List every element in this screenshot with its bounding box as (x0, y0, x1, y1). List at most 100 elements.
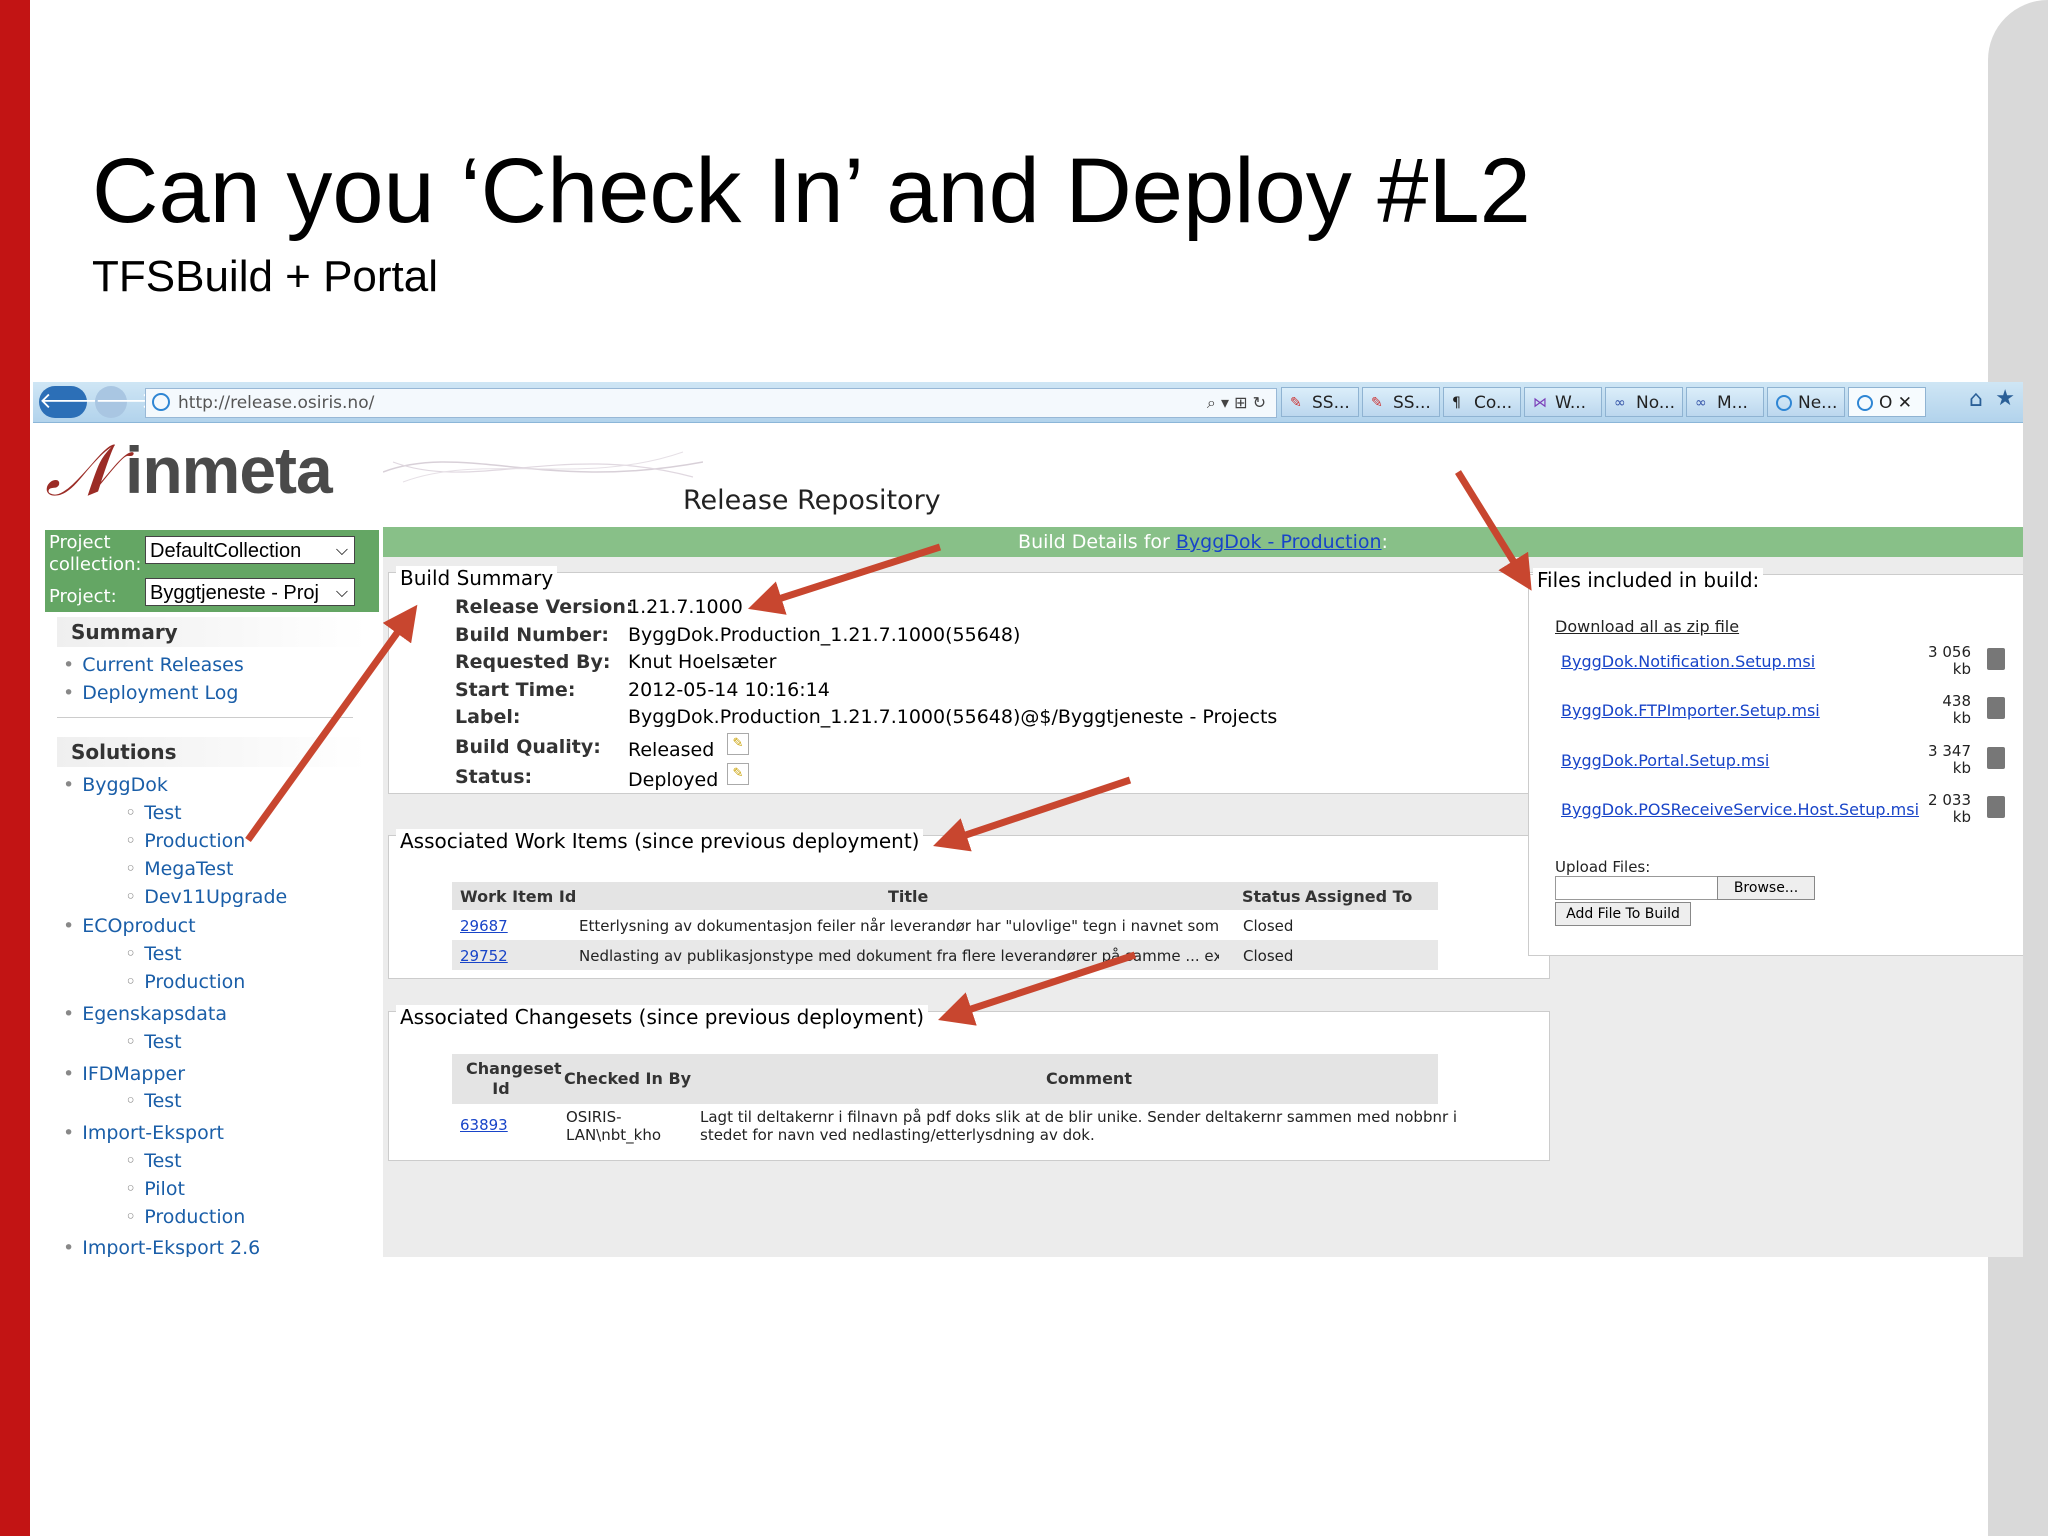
browser-tab[interactable]: ✎ SS... (1281, 387, 1359, 417)
column-header: Comment (1046, 1069, 1132, 1088)
trash-icon[interactable] (1987, 747, 2005, 769)
build-quality-value: Released (628, 739, 715, 761)
back-button[interactable]: 🡐 (39, 386, 98, 418)
trash-icon[interactable] (1987, 697, 2005, 719)
work-item-link[interactable]: 29752 (460, 947, 508, 965)
build-summary-heading: Build Summary (396, 566, 558, 590)
address-bar[interactable]: http://release.osiris.no/ ⌕ ▾ ⊞ ↻ (145, 388, 1277, 418)
summary-label: Build Number: (455, 624, 609, 646)
summary-label: Start Time: (455, 679, 576, 701)
summary-heading: Summary (57, 617, 367, 647)
work-item-status: Closed (1243, 947, 1294, 965)
solution-ifdmapper[interactable]: • IFDMapper (63, 1063, 185, 1085)
work-item-link[interactable]: 29687 (460, 917, 508, 935)
work-items-table-header: Work Item Id Title Status Assigned To (452, 882, 1438, 910)
download-all-link[interactable]: Download all as zip file (1555, 617, 1739, 636)
home-icon[interactable]: ⌂ (1969, 387, 1983, 412)
search-icon[interactable]: ⌕ (1207, 393, 1216, 412)
edit-icon[interactable]: ✎ (727, 763, 749, 785)
browser-tab[interactable]: ✎ SS... (1362, 387, 1440, 417)
solution-env-link[interactable]: ◦ Pilot (125, 1178, 185, 1200)
solution-byggdok[interactable]: • ByggDok (63, 774, 168, 796)
dropdown-icon[interactable]: ▾ (1221, 393, 1229, 412)
browser-tab[interactable]: ∞ M... (1686, 387, 1764, 417)
upload-file-input[interactable] (1555, 876, 1719, 900)
solution-env-link[interactable]: ◦ MegaTest (125, 858, 233, 880)
build-details-link[interactable]: ByggDok - Production (1176, 531, 1382, 553)
work-item-title: Nedlasting av publikasjonstype med dokum… (579, 947, 1219, 965)
column-header: Checked In By (564, 1069, 692, 1088)
solution-egenskapsdata[interactable]: • Egenskapsdata (63, 1003, 227, 1025)
solution-import-eksport[interactable]: • Import-Eksport (63, 1122, 224, 1144)
label-value: ByggDok.Production_1.21.7.1000(55648)@$/… (628, 706, 1278, 728)
collection-select[interactable]: DefaultCollection ⌵ (145, 536, 355, 564)
close-tab-icon[interactable]: ✕ (1898, 393, 1912, 413)
browser-toolbar: 🡐 🡒 http://release.osiris.no/ ⌕ ▾ ⊞ ↻ ✎ S… (33, 382, 2023, 423)
infinity-icon: ∞ (1695, 395, 1707, 411)
solution-env-link[interactable]: ◦ Dev11Upgrade (125, 886, 287, 908)
summary-label: Label: (455, 706, 521, 728)
nav-link-deployment-log[interactable]: • Deployment Log (63, 682, 238, 704)
solution-env-link[interactable]: ◦ Production (125, 971, 245, 993)
trash-icon[interactable] (1987, 648, 2005, 670)
browser-tab[interactable]: ∞ No... (1605, 387, 1683, 417)
solution-import-eksport-2-6[interactable]: • Import-Eksport 2.6 (63, 1237, 260, 1257)
pilcrow-icon: ¶ (1452, 395, 1461, 411)
browser-tab[interactable]: ¶ Co... (1443, 387, 1521, 417)
build-details-header: Build Details for ByggDok - Production: (383, 527, 2023, 557)
changeset-link[interactable]: 63893 (460, 1116, 508, 1134)
solution-ecoproduct[interactable]: • ECOproduct (63, 915, 196, 937)
trash-icon[interactable] (1987, 796, 2005, 818)
browse-button[interactable]: Browse... (1717, 876, 1815, 900)
file-link[interactable]: ByggDok.POSReceiveService.Host.Setup.msi (1561, 800, 1919, 819)
solutions-heading: Solutions (57, 737, 367, 767)
work-item-status: Closed (1243, 917, 1294, 935)
infinity-icon: ∞ (1614, 395, 1626, 411)
left-nav: Summary • Current Releases • Deployment Lo… (45, 612, 385, 1257)
compat-icon[interactable]: ⊞ (1234, 393, 1247, 412)
file-link[interactable]: ByggDok.FTPImporter.Setup.msi (1561, 701, 1820, 720)
add-file-button[interactable]: Add File To Build (1555, 902, 1691, 926)
column-header: Title (888, 887, 929, 906)
decorative-swoosh (383, 451, 703, 483)
solution-env-link[interactable]: ◦ Production (125, 1206, 245, 1228)
solution-env-link[interactable]: ◦ Test (125, 943, 182, 965)
solution-env-link[interactable]: ◦ Test (125, 1150, 182, 1172)
collection-label-line1: Project (49, 532, 111, 553)
browser-tab[interactable]: ⋈ W... (1524, 387, 1602, 417)
table-row: 29752 Nedlasting av publikasjonstype med… (452, 940, 1438, 970)
summary-label: Requested By: (455, 651, 611, 673)
edit-icon[interactable]: ✎ (727, 733, 749, 755)
browser-tab[interactable]: Ne... (1767, 387, 1845, 417)
summary-label: Build Quality: (455, 736, 601, 758)
solution-env-link[interactable]: ◦ Test (125, 1090, 182, 1112)
collection-label-line2: collection: (49, 554, 142, 575)
file-link[interactable]: ByggDok.Portal.Setup.msi (1561, 751, 1769, 770)
file-size: 438 kb (1942, 692, 1971, 727)
logo-mark: 𝒩 (45, 428, 114, 512)
solution-env-link[interactable]: ◦ Production (125, 830, 245, 852)
refresh-icon[interactable]: ↻ (1253, 393, 1266, 412)
changesets-table-header: Changeset Id Checked In By Comment (452, 1054, 1438, 1104)
column-header: Changeset Id (466, 1059, 562, 1098)
column-header: Assigned To (1305, 887, 1413, 906)
table-row: 29687 Etterlysning av dokumentasjon feil… (452, 910, 1438, 940)
forward-button[interactable]: 🡒 (95, 386, 154, 418)
file-size: 3 347 kb (1928, 742, 1971, 777)
slide-accent-strip (0, 0, 30, 1536)
changeset-comment: Lagt til deltakernr i filnavn på pdf dok… (700, 1108, 1458, 1126)
project-select[interactable]: Byggtjeneste - Proj ⌵ (145, 578, 355, 606)
url-text: http://release.osiris.no/ (178, 393, 375, 413)
project-selector-panel: Project collection: DefaultCollection ⌵ P… (45, 530, 379, 612)
files-heading: Files included in build: (1533, 568, 1764, 592)
solution-env-link[interactable]: ◦ Test (125, 1031, 182, 1053)
browser-tab-active[interactable]: O ✕ (1848, 387, 1926, 417)
upload-label: Upload Files: (1555, 858, 1651, 876)
file-link[interactable]: ByggDok.Notification.Setup.msi (1561, 652, 1815, 671)
solution-env-link[interactable]: ◦ Test (125, 802, 182, 824)
browser-screenshot: 🡐 🡒 http://release.osiris.no/ ⌕ ▾ ⊞ ↻ ✎ S… (33, 382, 2023, 1257)
chevron-down-icon: ⌵ (335, 542, 348, 559)
favorites-icon[interactable]: ★ (1995, 386, 2015, 411)
nav-link-current-releases[interactable]: • Current Releases (63, 654, 244, 676)
work-item-title: Etterlysning av dokumentasjon feiler når… (579, 917, 1219, 935)
